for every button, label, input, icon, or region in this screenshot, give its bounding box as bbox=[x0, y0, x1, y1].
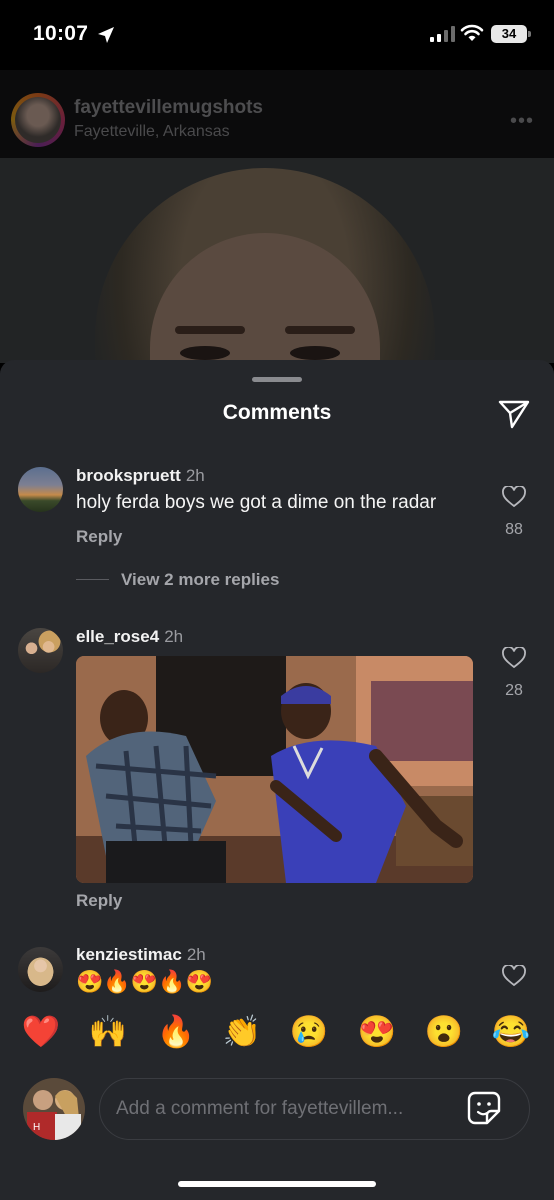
battery-cap bbox=[528, 31, 531, 37]
reply-button[interactable]: Reply bbox=[76, 891, 122, 911]
current-user-avatar[interactable]: H bbox=[23, 1078, 85, 1140]
comment-username[interactable]: kenziestimac 2h bbox=[76, 945, 206, 965]
post-author-avatar[interactable] bbox=[15, 97, 61, 143]
post-photo bbox=[0, 158, 554, 363]
emoji-laughing-button[interactable]: 😂 bbox=[491, 1012, 531, 1052]
cellular-signal-icon bbox=[430, 26, 455, 42]
sheet-title: Comments bbox=[222, 401, 332, 424]
photo-brow bbox=[285, 326, 355, 334]
view-more-replies-button[interactable]: View 2 more replies bbox=[121, 570, 279, 590]
like-count: 28 bbox=[505, 682, 523, 699]
reply-button[interactable]: Reply bbox=[76, 527, 122, 547]
like-count: 88 bbox=[505, 521, 523, 538]
send-icon[interactable] bbox=[498, 399, 530, 429]
emoji-clap-button[interactable]: 👏 bbox=[222, 1012, 262, 1052]
wifi-icon bbox=[460, 24, 484, 41]
comment-username[interactable]: elle_rose4 2h bbox=[76, 627, 183, 647]
heart-icon[interactable] bbox=[502, 965, 526, 987]
svg-text:H: H bbox=[33, 1122, 40, 1133]
emoji-cry-button[interactable]: 😢 bbox=[289, 1012, 329, 1052]
battery-indicator: 34 bbox=[491, 25, 527, 43]
home-indicator[interactable] bbox=[178, 1181, 376, 1187]
gif-image bbox=[76, 656, 473, 883]
comment-text: holy ferda boys we got a dime on the rad… bbox=[76, 492, 437, 513]
post-author-username[interactable]: fayettevillemugshots bbox=[74, 97, 263, 119]
emoji-surprised-button[interactable]: 😮 bbox=[424, 1012, 464, 1052]
comment-text: 😍🔥😍🔥😍 bbox=[76, 969, 213, 994]
ellipsis-icon[interactable]: ••• bbox=[510, 110, 534, 133]
photo-eye bbox=[290, 346, 340, 360]
avatar-photo: H bbox=[23, 1078, 85, 1140]
status-time: 10:07 bbox=[33, 22, 89, 45]
replies-divider bbox=[76, 579, 109, 580]
heart-icon[interactable] bbox=[502, 647, 526, 669]
photo-eye bbox=[180, 346, 230, 360]
emoji-heart-button[interactable]: ❤️ bbox=[21, 1012, 61, 1052]
comment-gif[interactable] bbox=[76, 656, 473, 883]
comment-input-placeholder: Add a comment for fayettevillem... bbox=[116, 1098, 404, 1119]
emoji-raised-hands-button[interactable]: 🙌 bbox=[88, 1012, 128, 1052]
sticker-icon[interactable] bbox=[467, 1091, 501, 1125]
avatar[interactable] bbox=[18, 628, 63, 673]
photo-brow bbox=[175, 326, 245, 334]
emoji-heart-eyes-button[interactable]: 😍 bbox=[357, 1012, 397, 1052]
emoji-fire-button[interactable]: 🔥 bbox=[156, 1012, 196, 1052]
sheet-drag-handle[interactable] bbox=[252, 377, 302, 382]
avatar[interactable] bbox=[18, 467, 63, 512]
location-arrow-icon bbox=[98, 27, 114, 43]
heart-icon[interactable] bbox=[502, 486, 526, 508]
emoji-reaction-bar: ❤️ 🙌 🔥 👏 😢 😍 😮 😂 bbox=[0, 1012, 554, 1062]
avatar[interactable] bbox=[18, 947, 63, 992]
comment-username[interactable]: brookspruett 2h bbox=[76, 466, 205, 486]
post-location[interactable]: Fayetteville, Arkansas bbox=[74, 123, 230, 141]
